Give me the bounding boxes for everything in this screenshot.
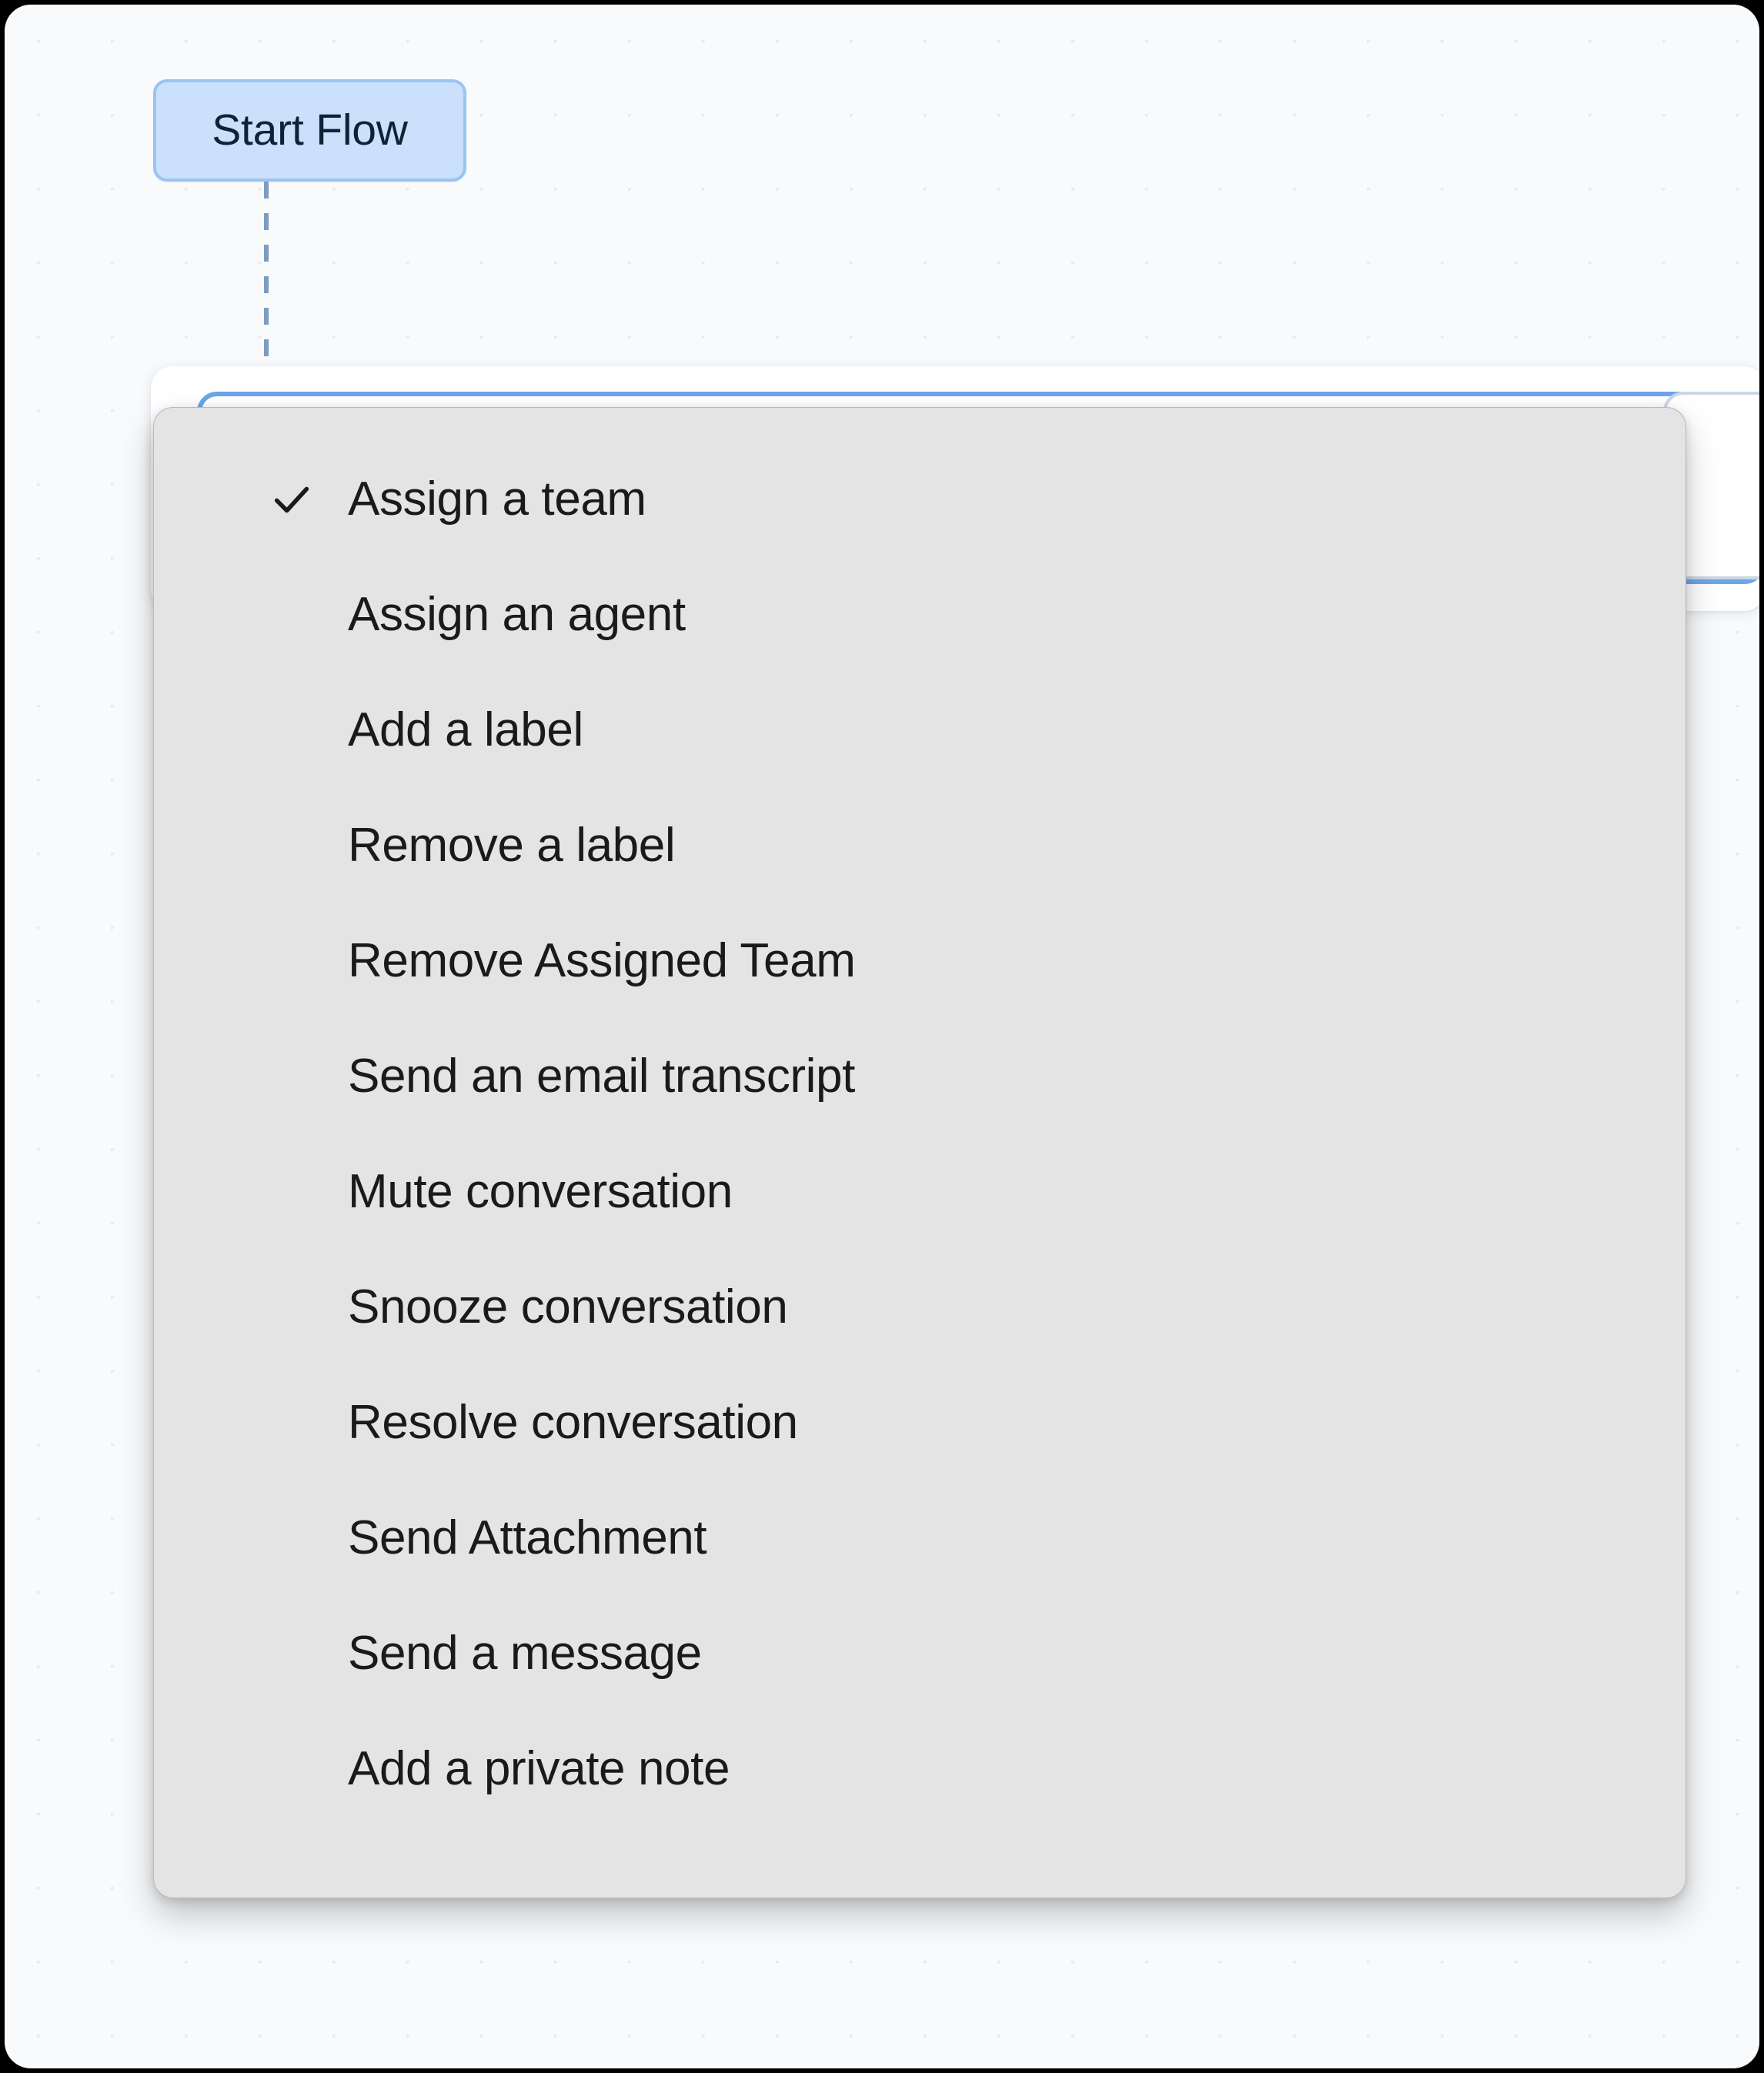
connector-dash <box>264 182 269 199</box>
menu-item-label: Resolve conversation <box>348 1396 798 1449</box>
menu-item-send-a-message[interactable]: Send a message <box>154 1596 1685 1711</box>
connector-dash <box>264 213 269 230</box>
menu-item-label: Assign a team <box>348 472 646 526</box>
menu-item-send-attachment[interactable]: Send Attachment <box>154 1480 1685 1596</box>
menu-item-add-a-private-note[interactable]: Add a private note <box>154 1711 1685 1827</box>
action-dropdown-menu[interactable]: Assign a team Assign an agent Add a label R… <box>153 407 1686 1898</box>
connector-dash <box>264 245 269 262</box>
menu-item-mute-conversation[interactable]: Mute conversation <box>154 1134 1685 1250</box>
menu-item-label: Assign an agent <box>348 588 686 641</box>
connector-dash <box>264 276 269 293</box>
menu-item-snooze-conversation[interactable]: Snooze conversation <box>154 1250 1685 1365</box>
flow-connector-edge <box>264 182 269 370</box>
menu-item-assign-a-team[interactable]: Assign a team <box>154 442 1685 557</box>
menu-item-send-an-email-transcript[interactable]: Send an email transcript <box>154 1019 1685 1134</box>
menu-item-add-a-label[interactable]: Add a label <box>154 673 1685 788</box>
menu-item-label: Send an email transcript <box>348 1050 855 1103</box>
start-flow-node-label: Start Flow <box>212 105 408 155</box>
menu-item-label: Send a message <box>348 1627 702 1680</box>
menu-item-resolve-conversation[interactable]: Resolve conversation <box>154 1365 1685 1480</box>
start-flow-node[interactable]: Start Flow <box>153 79 466 182</box>
menu-item-label: Add a private note <box>348 1742 730 1795</box>
flow-canvas[interactable]: Start Flow Assign a team Assign an agent A… <box>5 5 1759 2068</box>
menu-item-label: Remove a label <box>348 819 676 872</box>
connector-dash <box>264 308 269 325</box>
connector-dash <box>264 339 269 356</box>
menu-item-label: Snooze conversation <box>348 1280 788 1334</box>
checkmark-icon <box>269 477 314 522</box>
menu-item-assign-an-agent[interactable]: Assign an agent <box>154 557 1685 673</box>
menu-item-label: Mute conversation <box>348 1165 733 1218</box>
menu-item-remove-assigned-team[interactable]: Remove Assigned Team <box>154 903 1685 1019</box>
menu-item-label: Add a label <box>348 703 583 756</box>
menu-item-label: Remove Assigned Team <box>348 934 856 987</box>
app-frame: Start Flow Assign a team Assign an agent A… <box>0 0 1764 2073</box>
menu-item-label: Send Attachment <box>348 1511 707 1564</box>
menu-item-remove-a-label[interactable]: Remove a label <box>154 788 1685 903</box>
